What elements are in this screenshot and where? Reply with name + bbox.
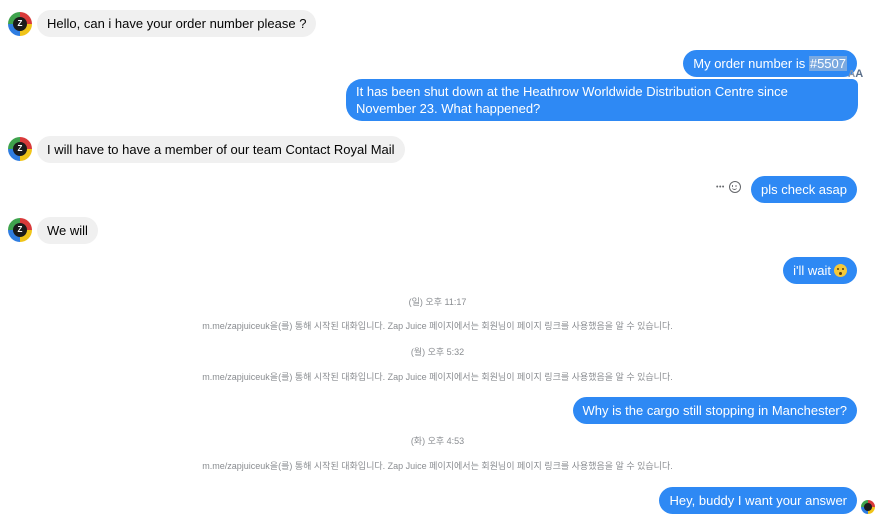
message-outgoing[interactable]: It has been shut down at the Heathrow Wo… xyxy=(346,79,858,121)
message-text: i'll wait xyxy=(793,263,831,278)
message-outgoing[interactable]: i'll wait xyxy=(783,257,857,284)
zap-juice-logo-icon: Z xyxy=(13,223,27,237)
chat-thread: Z Hello, can i have your order number pl… xyxy=(0,0,875,521)
message-incoming[interactable]: I will have to have a member of our team… xyxy=(37,136,405,163)
message-outgoing[interactable]: pls check asap xyxy=(751,176,857,203)
message-text: We will xyxy=(47,223,88,238)
timestamp: (일) 오후 11:17 xyxy=(408,297,467,307)
message-outgoing[interactable]: Hey, buddy I want your answer xyxy=(659,487,857,514)
conversation-origin-note: m.me/zapjuiceuk을(를) 통해 시작된 대화입니다. Zap Ju… xyxy=(202,372,673,382)
contact-avatar[interactable]: Z xyxy=(8,12,32,36)
smiley-react-icon[interactable] xyxy=(728,181,741,193)
zap-juice-logo-icon xyxy=(864,503,872,511)
message-text: Hey, buddy I want your answer xyxy=(669,493,847,508)
zap-juice-logo-icon: Z xyxy=(13,17,27,31)
timestamp: (월) 오후 5:32 xyxy=(410,347,465,357)
seen-avatar-icon xyxy=(861,500,875,514)
pleading-face-icon xyxy=(834,264,847,277)
message-text: I will have to have a member of our team… xyxy=(47,142,395,157)
translate-large-glyph: A xyxy=(855,68,864,80)
conversation-origin-note: m.me/zapjuiceuk을(를) 통해 시작된 대화입니다. Zap Ju… xyxy=(202,321,673,331)
zap-juice-logo-icon: Z xyxy=(13,142,27,156)
message-text: Why is the cargo still stopping in Manch… xyxy=(582,403,847,418)
message-text: My order number is xyxy=(693,56,809,71)
contact-avatar[interactable]: Z xyxy=(8,218,32,242)
message-incoming[interactable]: Hello, can i have your order number plea… xyxy=(37,10,317,37)
more-horizontal-icon[interactable]: ••• xyxy=(716,184,725,191)
message-actions: ••• xyxy=(716,181,741,193)
message-text: Hello, can i have your order number plea… xyxy=(47,16,307,31)
message-text: pls check asap xyxy=(761,182,847,197)
message-outgoing[interactable]: Why is the cargo still stopping in Manch… xyxy=(572,397,857,424)
timestamp: (화) 오후 4:53 xyxy=(410,436,465,446)
message-incoming[interactable]: We will xyxy=(37,217,98,244)
conversation-origin-note: m.me/zapjuiceuk을(를) 통해 시작된 대화입니다. Zap Ju… xyxy=(202,461,673,471)
message-text: It has been shut down at the Heathrow Wo… xyxy=(356,84,788,116)
message-outgoing[interactable]: My order number is #5507 xyxy=(683,50,857,77)
highlighted-order-number[interactable]: #5507 xyxy=(808,56,847,71)
contact-avatar[interactable]: Z xyxy=(8,137,32,161)
